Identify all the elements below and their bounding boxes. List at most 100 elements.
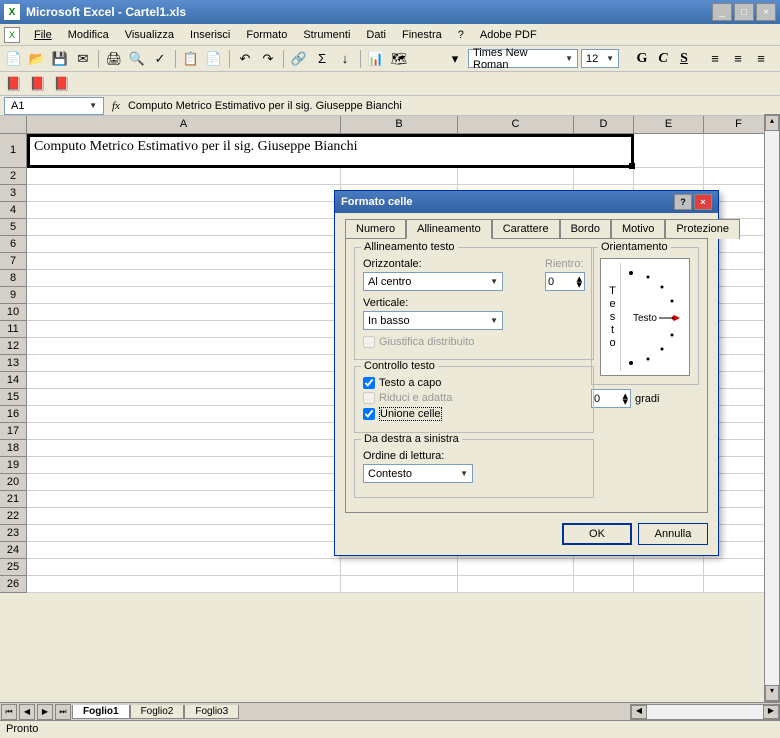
tab-prev-icon[interactable]: ◀ bbox=[19, 704, 35, 720]
menu-help[interactable]: ? bbox=[450, 27, 472, 43]
scroll-right-icon[interactable]: ▶ bbox=[763, 705, 779, 719]
scroll-up-icon[interactable]: ▴ bbox=[765, 115, 779, 131]
pdf-icon[interactable]: 📕 bbox=[4, 74, 24, 94]
align-left-icon[interactable]: ≡ bbox=[705, 49, 725, 69]
row-22[interactable]: 22 bbox=[0, 508, 27, 525]
sheet-tab-3[interactable]: Foglio3 bbox=[184, 705, 239, 719]
save-icon[interactable]: 💾 bbox=[50, 49, 70, 69]
col-A[interactable]: A bbox=[27, 116, 341, 134]
menu-view[interactable]: Visualizza bbox=[117, 27, 182, 43]
col-B[interactable]: B bbox=[341, 116, 458, 134]
paste-icon[interactable]: 📄 bbox=[204, 49, 224, 69]
font-select[interactable]: Times New Roman▼ bbox=[468, 49, 578, 68]
cancel-button[interactable]: Annulla bbox=[638, 523, 708, 545]
menu-insert[interactable]: Inserisci bbox=[182, 27, 238, 43]
row-6[interactable]: 6 bbox=[0, 236, 27, 253]
new-icon[interactable]: 📄 bbox=[4, 49, 24, 69]
dialog-titlebar[interactable]: Formato celle ? × bbox=[335, 191, 718, 213]
tab-next-icon[interactable]: ▶ bbox=[37, 704, 53, 720]
tab-border[interactable]: Bordo bbox=[560, 219, 611, 239]
horizontal-scrollbar[interactable]: ◀ ▶ bbox=[630, 704, 780, 720]
fx-icon[interactable]: fx bbox=[112, 100, 120, 112]
col-E[interactable]: E bbox=[634, 116, 704, 134]
bold-button[interactable]: G bbox=[633, 51, 651, 67]
menu-format[interactable]: Formato bbox=[238, 27, 295, 43]
indent-spinner[interactable]: 0▴▾ bbox=[545, 272, 585, 291]
preview-icon[interactable]: 🔍 bbox=[127, 49, 147, 69]
col-D[interactable]: D bbox=[574, 116, 634, 134]
toolbar-options-icon[interactable]: ▾ bbox=[445, 49, 465, 69]
undo-icon[interactable]: ↶ bbox=[235, 49, 255, 69]
merge-check[interactable]: Unione celle bbox=[363, 407, 585, 421]
mail-icon[interactable]: ✉ bbox=[73, 49, 93, 69]
col-C[interactable]: C bbox=[458, 116, 574, 134]
row-21[interactable]: 21 bbox=[0, 491, 27, 508]
scroll-down-icon[interactable]: ▾ bbox=[765, 685, 779, 701]
chart-icon[interactable]: 📊 bbox=[366, 49, 386, 69]
menu-tools[interactable]: Strumenti bbox=[295, 27, 358, 43]
dialog-help-button[interactable]: ? bbox=[674, 194, 692, 210]
select-all[interactable] bbox=[0, 116, 27, 134]
maximize-button[interactable]: □ bbox=[734, 3, 754, 21]
row-1[interactable]: 1 bbox=[0, 134, 27, 168]
scroll-left-icon[interactable]: ◀ bbox=[631, 705, 647, 719]
italic-button[interactable]: C bbox=[654, 51, 672, 67]
row-25[interactable]: 25 bbox=[0, 559, 27, 576]
align-center-icon[interactable]: ≡ bbox=[728, 49, 748, 69]
row-3[interactable]: 3 bbox=[0, 185, 27, 202]
open-icon[interactable]: 📂 bbox=[27, 49, 47, 69]
tab-font[interactable]: Carattere bbox=[492, 219, 560, 239]
row-4[interactable]: 4 bbox=[0, 202, 27, 219]
tab-alignment[interactable]: Allineamento bbox=[406, 219, 492, 239]
degrees-spinner[interactable]: 0▴▾ bbox=[591, 389, 631, 408]
wrap-check[interactable]: Testo a capo bbox=[363, 377, 585, 389]
close-button[interactable]: × bbox=[756, 3, 776, 21]
row-16[interactable]: 16 bbox=[0, 406, 27, 423]
row-2[interactable]: 2 bbox=[0, 168, 27, 185]
minimize-button[interactable]: _ bbox=[712, 3, 732, 21]
Naam=[interactable]: Testo bbox=[621, 263, 685, 371]
menu-file[interactable]: File bbox=[26, 27, 60, 43]
row-19[interactable]: 19 bbox=[0, 457, 27, 474]
reading-combo[interactable]: Contesto▼ bbox=[363, 464, 473, 483]
row-26[interactable]: 26 bbox=[0, 576, 27, 593]
row-5[interactable]: 5 bbox=[0, 219, 27, 236]
row-7[interactable]: 7 bbox=[0, 253, 27, 270]
row-24[interactable]: 24 bbox=[0, 542, 27, 559]
row-20[interactable]: 20 bbox=[0, 474, 27, 491]
row-9[interactable]: 9 bbox=[0, 287, 27, 304]
row-10[interactable]: 10 bbox=[0, 304, 27, 321]
row-8[interactable]: 8 bbox=[0, 270, 27, 287]
link-icon[interactable]: 🔗 bbox=[289, 49, 309, 69]
tab-number[interactable]: Numero bbox=[345, 219, 406, 239]
dialog-close-button[interactable]: × bbox=[694, 194, 712, 210]
menu-data[interactable]: Dati bbox=[358, 27, 394, 43]
vertical-scrollbar[interactable]: ▴ ▾ bbox=[764, 114, 780, 702]
horiz-combo[interactable]: Al centro▼ bbox=[363, 272, 503, 291]
underline-button[interactable]: S bbox=[675, 51, 693, 67]
row-15[interactable]: 15 bbox=[0, 389, 27, 406]
ok-button[interactable]: OK bbox=[562, 523, 632, 545]
merged-cell-A1D1[interactable]: Computo Metrico Estimativo per il sig. G… bbox=[27, 134, 634, 168]
workbook-icon[interactable]: X bbox=[4, 27, 20, 43]
sum-icon[interactable]: Σ bbox=[312, 49, 332, 69]
row-13[interactable]: 13 bbox=[0, 355, 27, 372]
align-right-icon[interactable]: ≡ bbox=[751, 49, 771, 69]
formula-text[interactable]: Computo Metrico Estimativo per il sig. G… bbox=[128, 100, 780, 112]
menu-window[interactable]: Finestra bbox=[394, 27, 450, 43]
name-box[interactable]: A1▼ bbox=[4, 97, 104, 115]
vert-combo[interactable]: In basso▼ bbox=[363, 311, 503, 330]
row-23[interactable]: 23 bbox=[0, 525, 27, 542]
size-select[interactable]: 12▼ bbox=[581, 49, 619, 68]
orientation-control[interactable]: Testo Testo bbox=[600, 258, 690, 376]
spell-icon[interactable]: ✓ bbox=[150, 49, 170, 69]
pdf-review-icon[interactable]: 📕 bbox=[52, 74, 72, 94]
row-14[interactable]: 14 bbox=[0, 372, 27, 389]
row-12[interactable]: 12 bbox=[0, 338, 27, 355]
map-icon[interactable]: 🗺 bbox=[389, 49, 409, 69]
print-icon[interactable]: 🖨 bbox=[104, 49, 124, 69]
menu-edit[interactable]: Modifica bbox=[60, 27, 117, 43]
tab-pattern[interactable]: Motivo bbox=[611, 219, 665, 239]
redo-icon[interactable]: ↷ bbox=[258, 49, 278, 69]
sort-icon[interactable]: ↓ bbox=[335, 49, 355, 69]
